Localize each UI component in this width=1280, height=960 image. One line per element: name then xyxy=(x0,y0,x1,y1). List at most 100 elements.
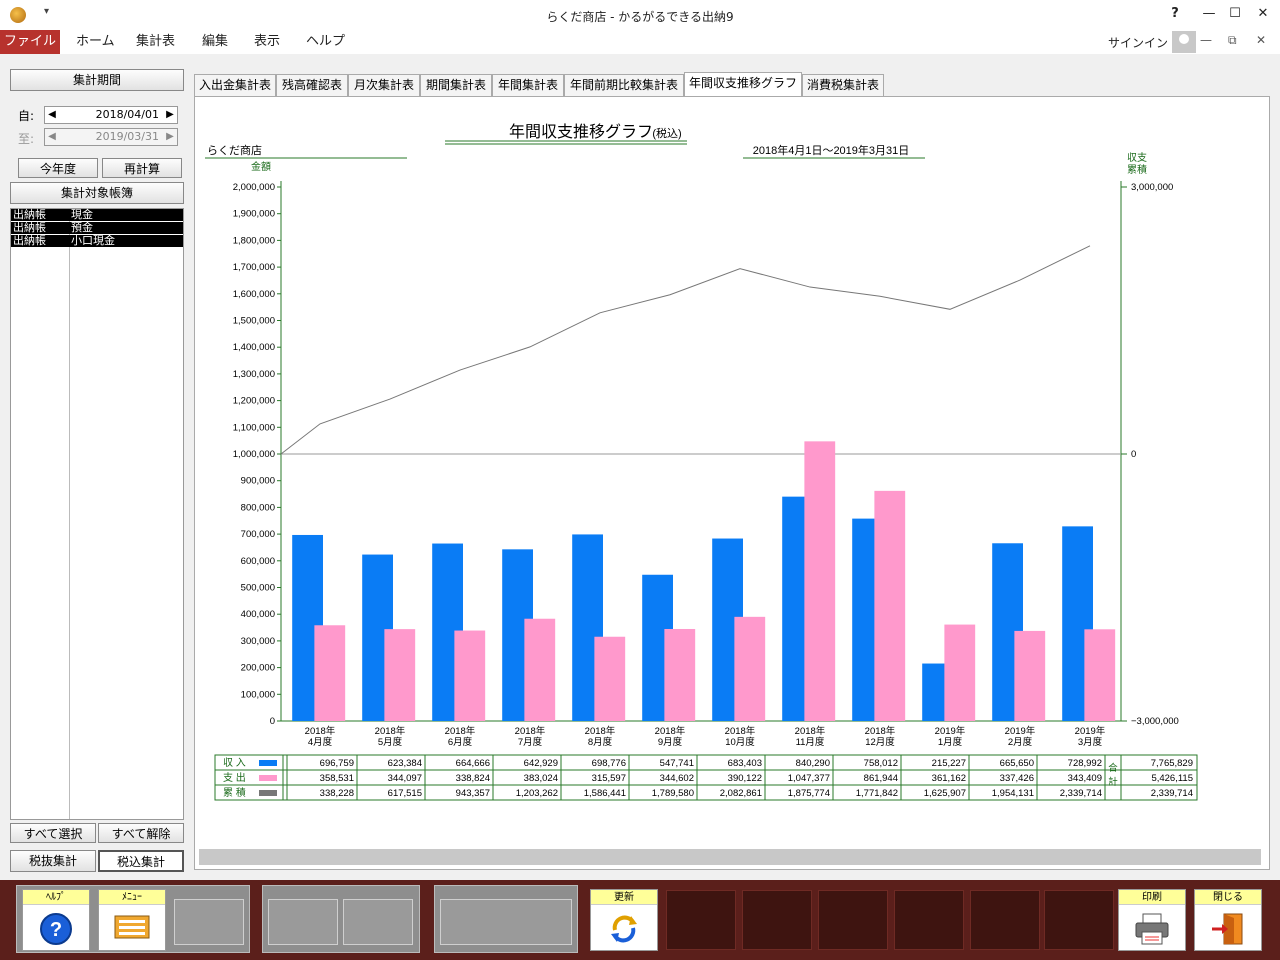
table-cell: 338,228 xyxy=(320,788,354,799)
from-prev-arrow-icon[interactable]: ◀ xyxy=(45,107,59,123)
ribbon-tab-home[interactable]: ホーム xyxy=(76,30,115,54)
legend-swatch xyxy=(259,775,277,781)
table-cell: 343,409 xyxy=(1068,773,1102,784)
footer-empty-slot xyxy=(174,899,244,945)
to-date-field[interactable]: ◀ 2019/03/31 ▶ xyxy=(44,128,178,146)
report-title-suffix: (税込) xyxy=(652,126,681,140)
left-tick-label: 100,000 xyxy=(241,689,275,700)
close-window-button[interactable]: ✕ xyxy=(1252,4,1274,24)
ribbon-tab-edit[interactable]: 編集 xyxy=(202,30,228,54)
tab-consumption-tax[interactable]: 消費税集計表 xyxy=(802,74,884,96)
table-cell: 1,203,262 xyxy=(516,788,558,799)
from-date-field[interactable]: ◀ 2018/04/01 ▶ xyxy=(44,106,178,124)
table-cell: 2,339,714 xyxy=(1060,788,1102,799)
footer-group-3 xyxy=(434,885,578,953)
tab-balance-check[interactable]: 残高確認表 xyxy=(276,74,348,96)
menu-button[interactable]: ﾒﾆｭｰ xyxy=(98,889,166,951)
footer-disabled-slot xyxy=(1044,890,1114,950)
select-all-button[interactable]: すべて選択 xyxy=(10,823,96,843)
table-cell: 642,929 xyxy=(524,758,558,769)
expense-bar xyxy=(874,490,906,721)
left-tick-label: 900,000 xyxy=(241,476,275,487)
ribbon-tab-view[interactable]: 表示 xyxy=(254,30,280,54)
ledger-item[interactable]: 出納帳 現金 xyxy=(11,209,183,221)
ribbon-tab-summary[interactable]: 集計表 xyxy=(136,30,175,54)
expense-bar xyxy=(314,625,346,721)
right-tick-label: 0 xyxy=(1131,449,1136,460)
signin-link[interactable]: サインイン xyxy=(1108,34,1168,51)
table-cell: 1,954,131 xyxy=(992,788,1034,799)
help-button[interactable]: ﾍﾙﾌﾟ ? xyxy=(22,889,90,951)
x-tick-label: 2019年 xyxy=(935,725,966,737)
refresh-button-label: 更新 xyxy=(591,890,657,905)
table-cell: 623,384 xyxy=(388,758,422,769)
report-title: 年間収支推移グラフ xyxy=(509,123,653,141)
to-prev-arrow-icon[interactable]: ◀ xyxy=(45,129,59,145)
ribbon-minimize-button[interactable]: — xyxy=(1200,33,1212,47)
footer-disabled-slot xyxy=(818,890,888,950)
left-tick-label: 1,800,000 xyxy=(233,235,275,246)
this-year-button[interactable]: 今年度 xyxy=(18,158,98,178)
deselect-all-button[interactable]: すべて解除 xyxy=(98,823,184,843)
left-tick-label: 1,600,000 xyxy=(233,289,275,300)
recalc-button[interactable]: 再計算 xyxy=(102,158,182,178)
x-tick-label: 10月度 xyxy=(725,736,755,748)
print-button[interactable]: 印刷 xyxy=(1118,889,1186,951)
to-next-arrow-icon[interactable]: ▶ xyxy=(163,129,177,145)
tab-cashflow-summary[interactable]: 入出金集計表 xyxy=(194,74,276,96)
table-cell: 215,227 xyxy=(932,758,966,769)
exit-door-icon xyxy=(1212,913,1243,945)
tab-monthly-summary[interactable]: 月次集計表 xyxy=(348,74,420,96)
left-tick-label: 300,000 xyxy=(241,636,275,647)
x-tick-label: 1月度 xyxy=(938,736,963,748)
table-cell: 315,597 xyxy=(592,773,626,784)
x-tick-label: 2018年 xyxy=(515,725,546,737)
legend-swatch xyxy=(259,790,277,796)
report-period: 2018年4月1日～2019年3月31日 xyxy=(753,143,910,157)
right-tick-label: 3,000,000 xyxy=(1131,182,1173,193)
x-tick-label: 2018年 xyxy=(305,725,336,737)
left-tick-label: 200,000 xyxy=(241,663,275,674)
help-question-icon[interactable]: ? xyxy=(1164,4,1186,24)
close-button[interactable]: 閉じる xyxy=(1194,889,1262,951)
x-tick-label: 12月度 xyxy=(865,736,895,748)
user-avatar-icon[interactable] xyxy=(1172,31,1196,53)
table-cell: 547,741 xyxy=(660,758,694,769)
minimize-button[interactable]: — xyxy=(1198,4,1220,24)
to-label: 至: xyxy=(18,132,35,146)
tab-annual-comparison[interactable]: 年間前期比較集計表 xyxy=(564,74,684,96)
table-cell: 2,082,861 xyxy=(720,788,762,799)
table-cell: 943,357 xyxy=(456,788,490,799)
target-ledgers-button[interactable]: 集計対象帳簿 xyxy=(10,182,184,204)
horizontal-scrollbar[interactable] xyxy=(199,849,1261,865)
tab-annual-summary[interactable]: 年間集計表 xyxy=(492,74,564,96)
table-cell: 383,024 xyxy=(524,773,558,784)
ribbon-close-button[interactable]: ✕ xyxy=(1256,33,1266,47)
tab-annual-trend-graph[interactable]: 年間収支推移グラフ xyxy=(684,72,802,97)
left-tick-label: 1,700,000 xyxy=(233,262,275,273)
x-tick-label: 2019年 xyxy=(1075,725,1106,737)
ribbon-tab-help[interactable]: ヘルプ xyxy=(306,30,345,54)
tax-excluded-button[interactable]: 税抜集計 xyxy=(10,850,96,872)
from-next-arrow-icon[interactable]: ▶ xyxy=(163,107,177,123)
expense-bar xyxy=(804,441,836,721)
help-icon: ? xyxy=(40,913,72,945)
refresh-button[interactable]: 更新 xyxy=(590,889,658,951)
x-tick-label: 6月度 xyxy=(448,736,473,748)
table-cell: 1,047,377 xyxy=(788,773,830,784)
table-total-cell: 5,426,115 xyxy=(1151,773,1193,784)
tab-period-summary[interactable]: 期間集計表 xyxy=(420,74,492,96)
maximize-button[interactable]: ☐ xyxy=(1224,4,1246,24)
table-row-label: 支 出 xyxy=(223,771,246,784)
expense-bar xyxy=(944,624,976,721)
table-cell: 390,122 xyxy=(728,773,762,784)
ledger-list[interactable]: 出納帳 現金 出納帳 預金 出納帳 小口現金 xyxy=(10,208,184,820)
ribbon-restore-button[interactable]: ⧉ xyxy=(1228,33,1237,48)
footer-disabled-slot xyxy=(970,890,1040,950)
ledger-item[interactable]: 出納帳 預金 xyxy=(11,222,183,234)
ribbon-tab-file[interactable]: ファイル xyxy=(0,30,60,54)
table-total-cell: 2,339,714 xyxy=(1151,788,1193,799)
period-button[interactable]: 集計期間 xyxy=(10,69,184,91)
ledger-item[interactable]: 出納帳 小口現金 xyxy=(11,235,183,247)
tax-included-button[interactable]: 税込集計 xyxy=(98,850,184,872)
